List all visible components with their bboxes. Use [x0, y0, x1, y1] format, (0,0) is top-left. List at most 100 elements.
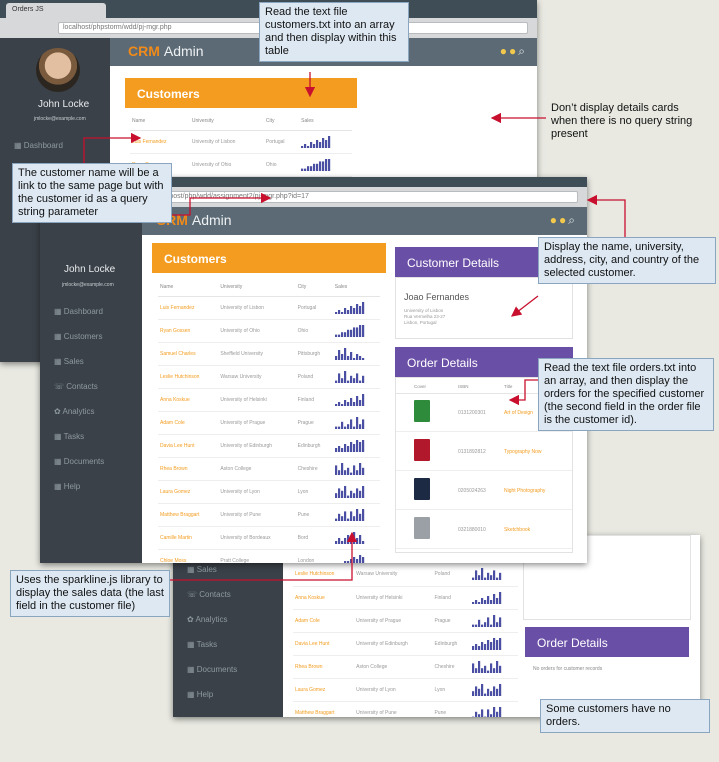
- sparkline-bar: [484, 577, 487, 581]
- sparkline-bar: [334, 518, 337, 521]
- customer-name-link[interactable]: Adam Cole: [293, 609, 355, 633]
- nav-item-documents[interactable]: ▦ Documents: [187, 665, 237, 674]
- sparkline-bar: [301, 145, 304, 148]
- city-cell: London: [295, 549, 333, 563]
- nav-item-customers[interactable]: ▦ Customers: [54, 332, 102, 341]
- sales-cell: [470, 563, 518, 587]
- column-header: Name: [158, 279, 219, 297]
- sparkline-bar: [343, 443, 346, 452]
- customer-name-link[interactable]: Camille Martin: [158, 526, 219, 550]
- university-cell: Warsaw University: [218, 365, 296, 389]
- message-icon[interactable]: ●: [559, 213, 568, 227]
- sparkline-bar: [352, 443, 355, 452]
- university-cell: University of Ohio: [218, 319, 296, 343]
- customer-name-link[interactable]: Matthew Braggart: [158, 503, 219, 527]
- city-cell: Ohio: [295, 319, 333, 343]
- customer-name-link[interactable]: Rhea Brown: [158, 457, 219, 481]
- sparkline-bar: [361, 485, 364, 498]
- nav-item-analytics[interactable]: ✿ Analytics: [187, 615, 228, 624]
- customer-name-link[interactable]: Adam Cole: [158, 411, 219, 435]
- user-email: jmlocke@example.com: [62, 282, 114, 288]
- sparkline-bar: [493, 593, 496, 604]
- nav-item-tasks[interactable]: ▦ Tasks: [54, 432, 84, 441]
- column-header: University: [218, 279, 296, 297]
- sparkline-bar: [478, 713, 481, 717]
- customer-name-link[interactable]: Davia Lee Hunt: [293, 632, 355, 656]
- customer-name-link[interactable]: Laura Gomez: [158, 480, 219, 504]
- sales-cell: [332, 319, 380, 343]
- customer-name-link[interactable]: Luis Fernandez: [158, 296, 219, 320]
- search-icon[interactable]: ⌕: [568, 213, 577, 227]
- sparkline-bar: [340, 540, 343, 544]
- sparkline-bar: [355, 395, 358, 406]
- sparkline-bar: [490, 641, 493, 650]
- nav-item-tasks[interactable]: ▦ Tasks: [187, 640, 217, 649]
- message-icon[interactable]: ●: [509, 44, 518, 58]
- customer-name-link[interactable]: Ryan Gossen: [158, 319, 219, 343]
- sparkline-bar: [334, 540, 337, 544]
- sparkline-bar: [334, 447, 337, 452]
- customer-name-link[interactable]: Laura Gomez: [293, 678, 355, 702]
- address-bar[interactable]: localhost/php/wdd/assignment2/pj-mgr.php…: [150, 191, 578, 203]
- sparkline-bar: [340, 490, 343, 498]
- sparkline-bar: [358, 324, 361, 337]
- customer-name-link[interactable]: Leslie Hutchinson: [293, 563, 355, 587]
- sparkline-bar: [487, 708, 490, 717]
- sparkline-bar: [487, 573, 490, 581]
- order-title-link[interactable]: Art of Design: [504, 410, 533, 416]
- sparkline-bar: [313, 163, 316, 171]
- sparkline-bar: [496, 621, 499, 627]
- notification-icon[interactable]: ●: [550, 213, 559, 227]
- order-title-link[interactable]: Sketchbook: [504, 527, 530, 533]
- sparkline-bar: [346, 309, 349, 314]
- browser-tab[interactable]: Orders JS: [6, 3, 106, 18]
- sales-sparkline: [334, 485, 364, 498]
- sales-cell: [332, 526, 380, 550]
- city-cell: Pune: [432, 701, 471, 717]
- sparkline-bar: [475, 711, 478, 717]
- customer-name-link[interactable]: Davia Lee Hunt: [158, 434, 219, 458]
- nav-item-documents[interactable]: ▦ Documents: [54, 457, 104, 466]
- sales-sparkline: [472, 637, 502, 650]
- sales-sparkline: [301, 158, 331, 171]
- nav-item-dashboard[interactable]: ▦ Dashboard: [14, 141, 63, 150]
- nav-item-dashboard[interactable]: ▦ Dashboard: [54, 307, 103, 316]
- sparkline-bar: [361, 508, 364, 521]
- sparkline-bar: [358, 441, 361, 452]
- sparkline-bar: [334, 380, 337, 383]
- sales-sparkline: [334, 462, 364, 475]
- customer-name-link[interactable]: Anna Koskue: [293, 586, 355, 610]
- nav-item-analytics[interactable]: ✿ Analytics: [54, 407, 95, 416]
- sparkline-bar: [337, 562, 340, 563]
- nav-item-sales[interactable]: ▦ Sales: [187, 565, 217, 574]
- customer-name-link[interactable]: Anna Koskue: [158, 388, 219, 412]
- customer-name-link[interactable]: Chloe Moss: [158, 549, 219, 563]
- customer-name-link[interactable]: Matthew Braggart: [293, 701, 355, 717]
- university-cell: University of Lisbon: [189, 130, 264, 154]
- nav-item-contacts[interactable]: ☏ Contacts: [54, 382, 98, 391]
- table-row: Camille Martin University of Bordeaux Bord: [158, 526, 380, 550]
- university-cell: University of Lyon: [218, 480, 296, 504]
- sparkline-bar: [343, 537, 346, 544]
- app-title: CRMAdmin: [128, 43, 204, 59]
- column-header: University: [189, 113, 264, 131]
- customer-name-link[interactable]: Samuel Charles: [158, 342, 219, 366]
- sparkline-bar: [340, 447, 343, 452]
- customer-name-link[interactable]: Leslie Hutchinson: [158, 365, 219, 389]
- sales-cell: [470, 678, 518, 702]
- customer-name-link[interactable]: Luis Fernandez: [130, 130, 190, 154]
- nav-item-help[interactable]: ▦ Help: [54, 482, 80, 491]
- nav-item-help[interactable]: ▦ Help: [187, 690, 213, 699]
- notification-icon[interactable]: ●: [500, 44, 509, 58]
- customer-name-link[interactable]: Rhea Brown: [293, 655, 355, 679]
- order-title-link[interactable]: Typography Now: [504, 449, 542, 455]
- search-icon[interactable]: ⌕: [518, 44, 527, 58]
- sales-sparkline: [334, 416, 364, 429]
- sparkline-bar: [313, 143, 316, 148]
- sparkline-bar: [343, 469, 346, 475]
- order-title-link[interactable]: Night Photography: [504, 488, 545, 494]
- column-header: City: [263, 113, 300, 131]
- nav-item-sales[interactable]: ▦ Sales: [54, 357, 84, 366]
- table-row: Laura Gomez University of Lyon Lyon: [293, 678, 518, 702]
- nav-item-contacts[interactable]: ☏ Contacts: [187, 590, 231, 599]
